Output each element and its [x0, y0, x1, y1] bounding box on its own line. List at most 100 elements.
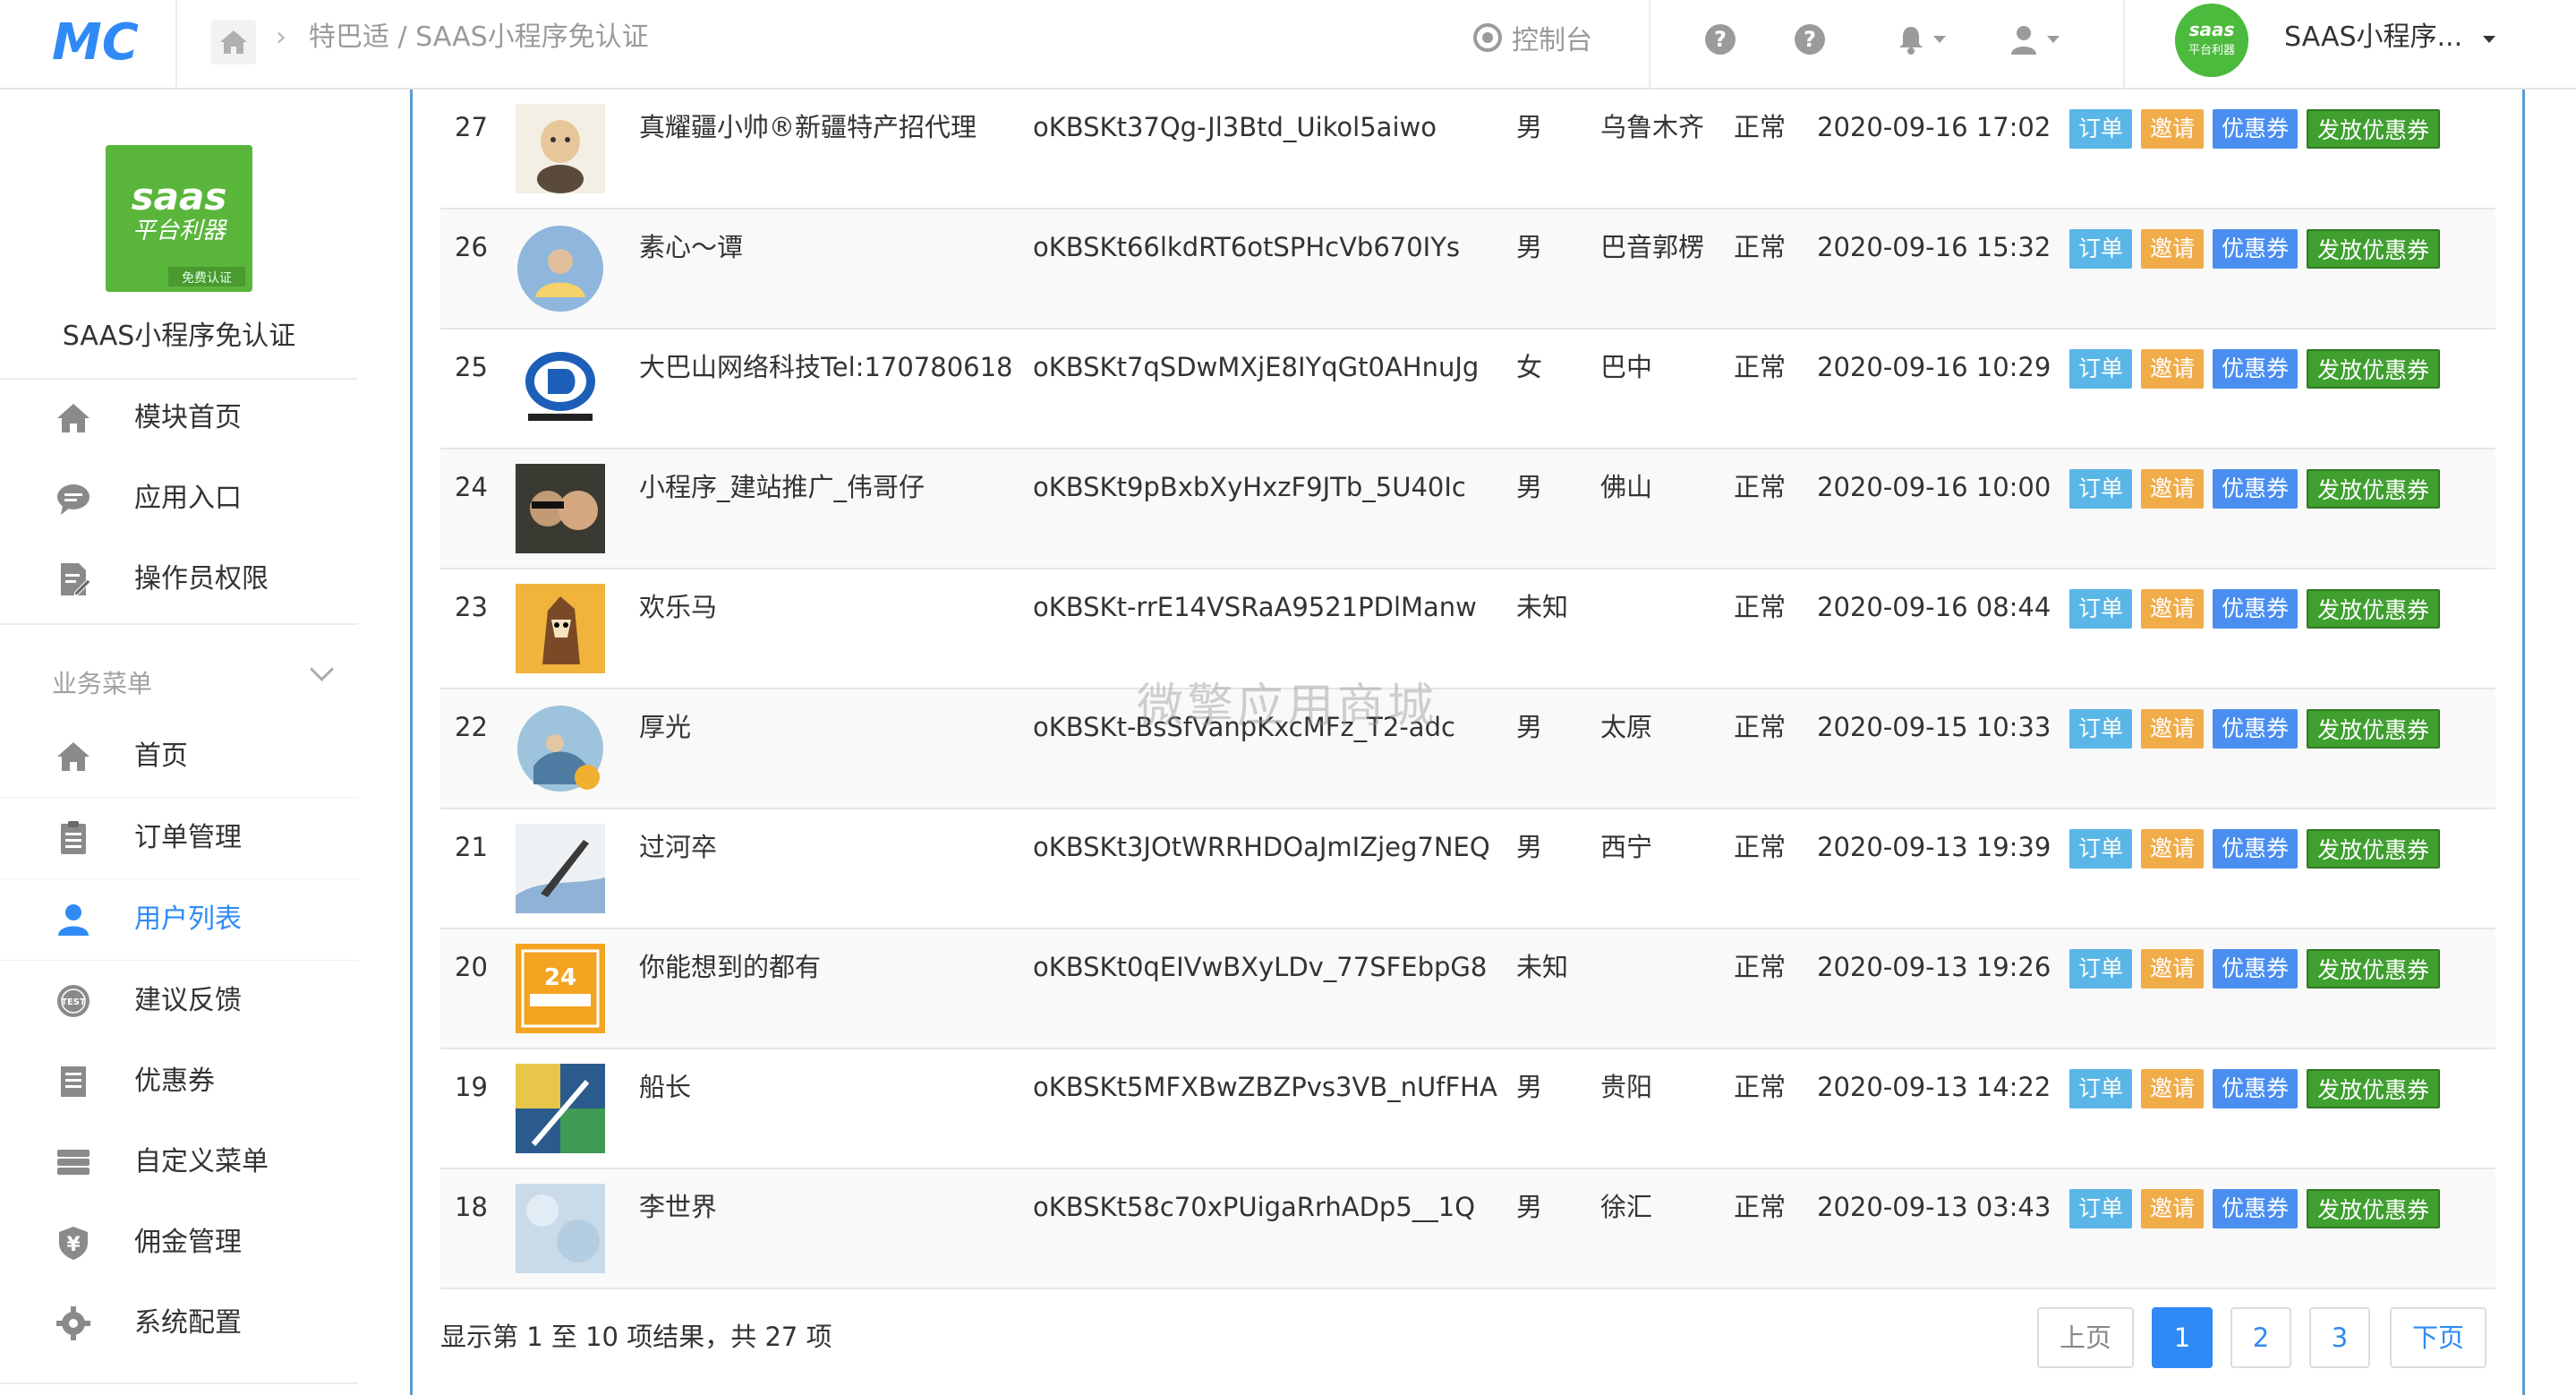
- table-row: 22 厚光 oKBSKt-BsSfVanpKxcMFz_T2-adc 男 太原 …: [440, 689, 2495, 809]
- sidebar-item-module-home[interactable]: 模块首页: [0, 378, 358, 458]
- sidebar-item-coupons[interactable]: 优惠券: [0, 1041, 358, 1122]
- invite-button[interactable]: 邀请: [2141, 589, 2205, 629]
- user-city: 贵阳: [1600, 1072, 1653, 1102]
- send-coupon-button[interactable]: 发放优惠券: [2307, 829, 2441, 869]
- user-time: 2020-09-13 03:43: [1817, 1192, 2051, 1222]
- invite-button[interactable]: 邀请: [2141, 349, 2205, 389]
- user-openid: oKBSKt9pBxbXyHxzF9JTb_5U40Ic: [1033, 472, 1466, 502]
- sidebar-item-feedback[interactable]: TEST 建议反馈: [0, 961, 358, 1041]
- card-stack-icon: [57, 1150, 90, 1175]
- user-nickname: 你能想到的都有: [639, 952, 822, 982]
- sidebar-item-operator-permissions[interactable]: 操作员权限: [0, 539, 358, 620]
- home-icon[interactable]: [211, 20, 256, 64]
- coupon-button[interactable]: 优惠券: [2213, 1189, 2299, 1228]
- coupon-button[interactable]: 优惠券: [2213, 1069, 2299, 1108]
- order-button[interactable]: 订单: [2069, 1069, 2133, 1108]
- divider: [0, 623, 358, 625]
- breadcrumb-separator-icon: ›: [276, 21, 286, 53]
- page-2-button[interactable]: 2: [2231, 1307, 2291, 1368]
- sidebar-item-custom-menu[interactable]: 自定义菜单: [0, 1122, 358, 1202]
- user-status: 正常: [1734, 832, 1787, 862]
- send-coupon-button[interactable]: 发放优惠券: [2307, 109, 2441, 149]
- invite-button[interactable]: 邀请: [2141, 829, 2205, 869]
- svg-text:saas: saas: [2189, 19, 2235, 40]
- gear-icon: [56, 1306, 90, 1340]
- breadcrumb[interactable]: 特巴适 / SAAS小程序免认证: [309, 20, 649, 56]
- page-3-button[interactable]: 3: [2309, 1307, 2370, 1368]
- user-nickname: 欢乐马: [639, 592, 718, 622]
- order-button[interactable]: 订单: [2069, 229, 2133, 269]
- brand-logo[interactable]: MC: [52, 13, 141, 72]
- coupon-button[interactable]: 优惠券: [2213, 109, 2299, 149]
- panel-border-left: [410, 90, 413, 1395]
- sidebar-item-home[interactable]: 首页: [0, 716, 358, 797]
- coupon-button[interactable]: 优惠券: [2213, 949, 2299, 988]
- user-id: 21: [455, 832, 488, 862]
- order-button[interactable]: 订单: [2069, 709, 2133, 749]
- user-status: 正常: [1734, 1192, 1787, 1222]
- send-coupon-button[interactable]: 发放优惠券: [2307, 349, 2441, 389]
- sidebar-item-system-config[interactable]: 系统配置: [0, 1283, 358, 1364]
- invite-button[interactable]: 邀请: [2141, 1189, 2205, 1228]
- sidebar-item-app-entry[interactable]: 应用入口: [0, 458, 358, 539]
- panel-border-right: [2522, 90, 2525, 1395]
- user-gender: 男: [1516, 472, 1543, 502]
- invite-button[interactable]: 邀请: [2141, 709, 2205, 749]
- question-icon: ?: [1705, 24, 1736, 55]
- coupon-button[interactable]: 优惠券: [2213, 469, 2299, 509]
- account-dropdown[interactable]: [2009, 21, 2060, 57]
- send-coupon-button[interactable]: 发放优惠券: [2307, 229, 2441, 269]
- table-row: 18 李世界 oKBSKt58c70xPUigaRrhADp5__1Q 男 徐汇…: [440, 1169, 2495, 1289]
- order-button[interactable]: 订单: [2069, 109, 2133, 149]
- send-coupon-button[interactable]: 发放优惠券: [2307, 469, 2441, 509]
- invite-button[interactable]: 邀请: [2141, 109, 2205, 149]
- sidebar-item-label: 订单管理: [134, 822, 242, 853]
- user-city: 佛山: [1600, 472, 1653, 502]
- sidebar-item-user-list[interactable]: 用户列表: [0, 879, 358, 960]
- sidebar-item-commission[interactable]: ¥ 佣金管理: [0, 1202, 358, 1283]
- sidebar-item-orders[interactable]: 订单管理: [0, 798, 358, 878]
- coupon-button[interactable]: 优惠券: [2213, 709, 2299, 749]
- console-link[interactable]: 控制台: [1472, 20, 1592, 56]
- coupon-button[interactable]: 优惠券: [2213, 229, 2299, 269]
- send-coupon-button[interactable]: 发放优惠券: [2307, 949, 2441, 988]
- console-label: 控制台: [1512, 25, 1592, 56]
- order-button[interactable]: 订单: [2069, 589, 2133, 629]
- chevron-down-icon[interactable]: [310, 657, 334, 681]
- user-gender: 男: [1516, 112, 1543, 142]
- coupon-button[interactable]: 优惠券: [2213, 349, 2299, 389]
- sidebar-item-label: 模块首页: [134, 402, 242, 433]
- user-city: 巴音郭楞: [1600, 232, 1705, 262]
- order-button[interactable]: 订单: [2069, 829, 2133, 869]
- invite-button[interactable]: 邀请: [2141, 229, 2205, 269]
- help-button[interactable]: ?: [1705, 21, 1736, 57]
- next-page-button[interactable]: 下页: [2390, 1307, 2486, 1368]
- table-row: 21 过河卒 oKBSKt3JOtWRRHDOaJmIZjeg7NEQ 男 西宁…: [440, 809, 2495, 929]
- order-button[interactable]: 订单: [2069, 949, 2133, 988]
- current-app-name[interactable]: SAAS小程序...: [2284, 20, 2462, 56]
- prev-page-button[interactable]: 上页: [2037, 1307, 2134, 1368]
- order-button[interactable]: 订单: [2069, 349, 2133, 389]
- section-label[interactable]: 业务菜单: [52, 664, 152, 700]
- user-icon: [2011, 26, 2036, 55]
- invite-button[interactable]: 邀请: [2141, 1069, 2205, 1108]
- coupon-button[interactable]: 优惠券: [2213, 829, 2299, 869]
- svg-text:平台利器: 平台利器: [132, 218, 227, 244]
- page-1-button[interactable]: 1: [2152, 1307, 2213, 1368]
- notification-dropdown[interactable]: [1898, 21, 1946, 57]
- invite-button[interactable]: 邀请: [2141, 469, 2205, 509]
- help-button-2[interactable]: ?: [1795, 21, 1825, 57]
- app-avatar[interactable]: saas 平台利器: [2175, 4, 2248, 77]
- coupon-button[interactable]: 优惠券: [2213, 589, 2299, 629]
- send-coupon-button[interactable]: 发放优惠券: [2307, 589, 2441, 629]
- user-gender: 男: [1516, 1192, 1543, 1222]
- order-button[interactable]: 订单: [2069, 469, 2133, 509]
- user-openid: oKBSKt66lkdRT6otSPHcVb670IYs: [1033, 232, 1461, 262]
- invite-button[interactable]: 邀请: [2141, 949, 2205, 988]
- send-coupon-button[interactable]: 发放优惠券: [2307, 709, 2441, 749]
- order-button[interactable]: 订单: [2069, 1189, 2133, 1228]
- send-coupon-button[interactable]: 发放优惠券: [2307, 1189, 2441, 1228]
- user-avatar: [516, 704, 605, 793]
- send-coupon-button[interactable]: 发放优惠券: [2307, 1069, 2441, 1108]
- chevron-down-icon[interactable]: [2483, 36, 2495, 43]
